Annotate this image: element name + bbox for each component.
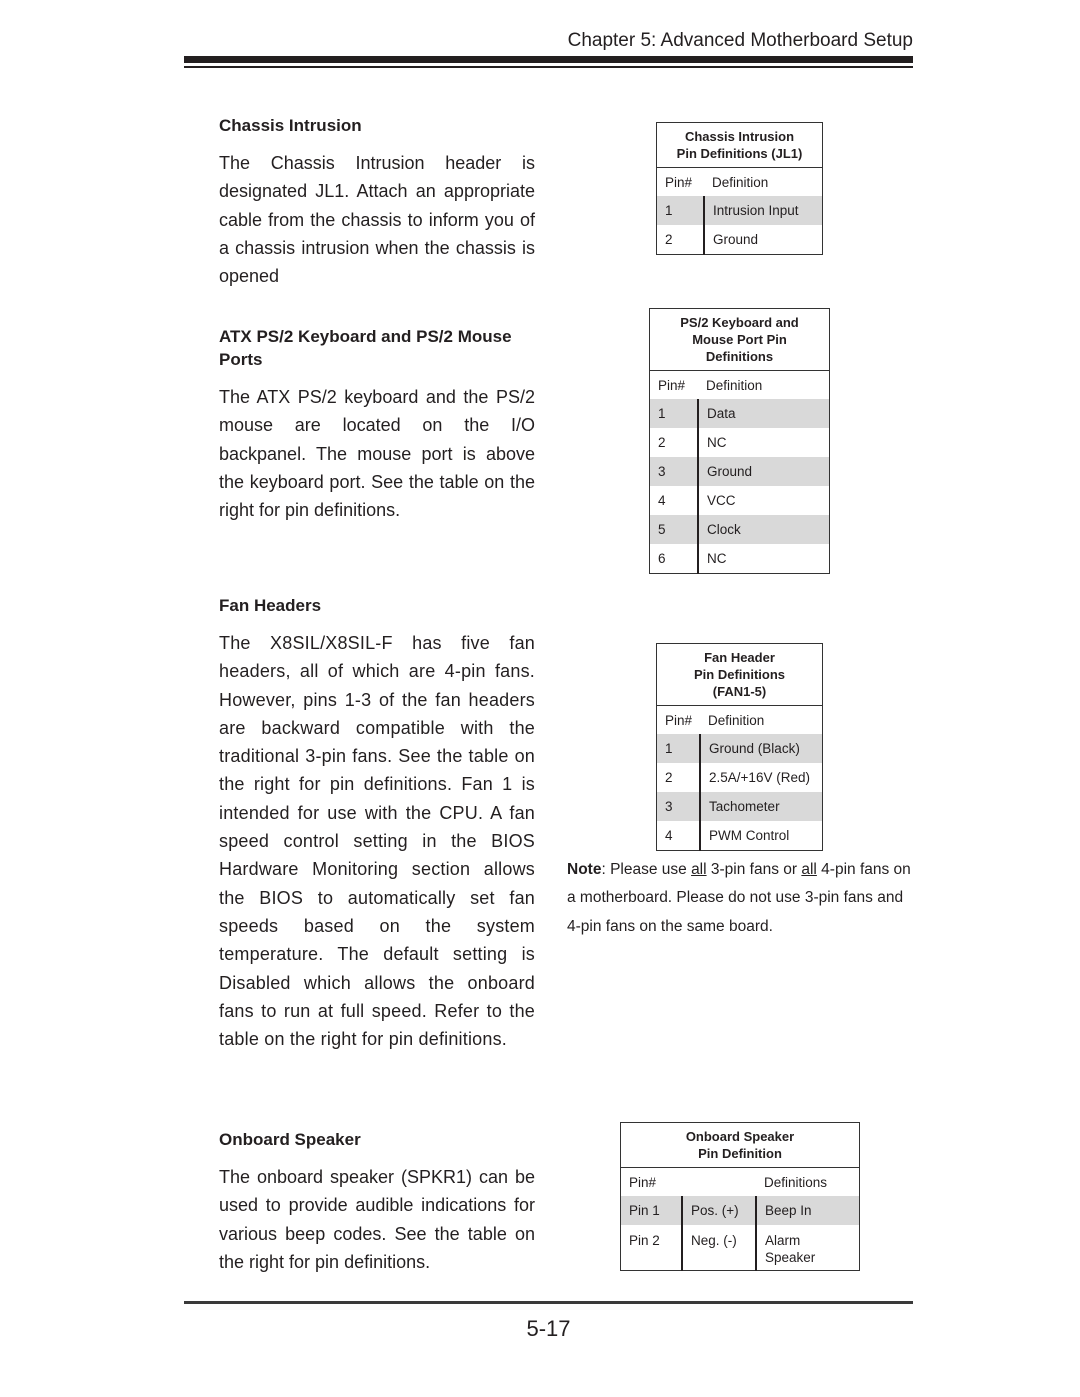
section-onboard-speaker: Onboard Speaker The onboard speaker (SPK…: [219, 1128, 535, 1276]
table-row: 1 Data: [649, 399, 830, 428]
pin-cell: 1: [649, 399, 699, 428]
pin-cell: 6: [649, 544, 699, 574]
definition-cell: Intrusion Input: [704, 196, 823, 225]
column-header-pin: Pin#: [658, 377, 686, 393]
section-ps2-ports: ATX PS/2 Keyboard and PS/2 Mouse Ports T…: [219, 325, 535, 524]
note-emphasis: all: [691, 861, 707, 878]
section-body: The Chassis Intrusion header is designat…: [219, 153, 535, 287]
column-header-definition: Definition: [708, 712, 765, 728]
fan-header-pin-table: Fan Header Pin Definitions (FAN1-5) Pin#…: [656, 643, 823, 851]
pin-cell: 5: [649, 515, 699, 544]
section-heading: ATX PS/2 Keyboard and PS/2 Mouse Ports: [219, 327, 512, 369]
definition-cell: Data: [698, 399, 830, 428]
section-body: The X8SIL/X8SIL-F has five fan headers, …: [219, 633, 535, 1050]
table-header-row: Pin# Definitions: [621, 1168, 860, 1197]
pin-cell: Pin 2: [620, 1225, 683, 1271]
definition-cell: VCC: [707, 493, 736, 508]
column-header-definition: Definition: [712, 174, 769, 190]
definition-cell: 2.5A/+16V (Red): [709, 770, 810, 785]
definition-cell: Beep In: [756, 1196, 860, 1225]
pin-cell: 3: [656, 792, 702, 821]
definition-cell: PWM Control: [709, 828, 790, 843]
definition-cell: Ground: [698, 457, 830, 486]
table-title-line: PS/2 Keyboard and: [680, 315, 799, 330]
polarity-cell: Pos. (+): [682, 1196, 757, 1225]
table-row: Pin 2 Neg. (-) Alarm Speaker: [620, 1225, 860, 1271]
column-header-pin: Pin#: [665, 174, 693, 190]
chassis-intrusion-pin-table: Chassis Intrusion Pin Definitions (JL1) …: [656, 122, 823, 255]
table-title-line: (FAN1-5): [712, 684, 767, 699]
table-row: 3 Ground: [649, 457, 830, 486]
pin-cell: 4: [656, 821, 702, 851]
table-title-line: Definitions: [705, 349, 774, 364]
definition-cell: Ground: [713, 232, 759, 247]
ps2-pin-table: PS/2 Keyboard and Mouse Port Pin Definit…: [649, 308, 830, 574]
pin-cell: 3: [649, 457, 699, 486]
definition-line: Speaker: [765, 1250, 816, 1265]
table-row: 4 VCC: [649, 486, 830, 515]
section-body: The ATX PS/2 keyboard and the PS/2 mouse…: [219, 387, 535, 521]
pin-cell: 4: [649, 486, 699, 515]
table-header-row: Pin# Definition: [650, 371, 830, 400]
pin-cell: 2: [656, 225, 705, 255]
chapter-title: Chapter 5: Advanced Motherboard Setup: [567, 30, 913, 51]
section-fan-headers: Fan Headers The X8SIL/X8SIL-F has five f…: [219, 594, 535, 1053]
definition-cell: Ground (Black): [700, 734, 823, 763]
table-row: 4 PWM Control: [656, 821, 823, 851]
table-row: 2 NC: [649, 428, 830, 457]
table-title: PS/2 Keyboard and Mouse Port Pin Definit…: [649, 308, 830, 371]
table-title-line: Chassis Intrusion: [684, 129, 795, 144]
table-title: Chassis Intrusion Pin Definitions (JL1): [656, 122, 823, 168]
definition-cell: Alarm Speaker: [756, 1225, 860, 1271]
table-row: 2 Ground: [656, 225, 823, 255]
table-title-line: Pin Definitions: [694, 667, 785, 682]
column-header-definition: Definition: [706, 377, 763, 393]
definition-line: Alarm: [765, 1233, 801, 1248]
table-row: 2 2.5A/+16V (Red): [656, 763, 823, 792]
pin-cell: 1: [656, 196, 705, 225]
page-number: 5-17: [526, 1316, 571, 1341]
definition-cell: NC: [707, 435, 727, 450]
pin-cell: 1: [656, 734, 702, 763]
section-chassis-intrusion: Chassis Intrusion The Chassis Intrusion …: [219, 114, 535, 290]
definition-cell: Tachometer: [700, 792, 823, 821]
column-header-definitions: Definitions: [764, 1174, 828, 1190]
pin-cell: 2: [649, 428, 699, 457]
note-text: : Please use: [601, 861, 692, 878]
table-title-line: Pin Definition: [698, 1146, 782, 1161]
note-label: Note: [567, 861, 602, 878]
table-title-line: Onboard Speaker: [685, 1129, 795, 1144]
table-title-line: Pin Definitions (JL1): [676, 146, 803, 161]
table-row: 5 Clock: [649, 515, 830, 544]
table-row: 6 NC: [649, 544, 830, 574]
pin-cell: 2: [656, 763, 702, 792]
section-heading: Chassis Intrusion: [219, 116, 362, 135]
section-heading: Fan Headers: [219, 596, 322, 615]
note-emphasis: all: [801, 861, 817, 878]
pin-cell: Pin 1: [620, 1196, 683, 1225]
table-header-row: Pin# Definition: [657, 706, 823, 735]
section-body: The onboard speaker (SPKR1) can be used …: [219, 1167, 535, 1272]
table-title: Fan Header Pin Definitions (FAN1-5): [656, 643, 823, 706]
header-rule-thin: [184, 66, 913, 68]
column-header-pin: Pin#: [665, 712, 693, 728]
table-title-line: Mouse Port Pin: [692, 332, 787, 347]
polarity-cell: Neg. (-): [682, 1225, 757, 1271]
definition-cell: Clock: [698, 515, 830, 544]
table-row: 1 Ground (Black): [656, 734, 823, 763]
table-row: 1 Intrusion Input: [656, 196, 823, 225]
table-title: Onboard Speaker Pin Definition: [620, 1122, 860, 1168]
footer-rule: [184, 1301, 913, 1304]
table-row: 3 Tachometer: [656, 792, 823, 821]
table-title-line: Fan Header: [704, 650, 775, 665]
definition-cell: NC: [707, 551, 727, 566]
note-text: 3-pin fans or: [706, 861, 802, 878]
fan-note: Note: Please use all 3-pin fans or all 4…: [567, 856, 917, 941]
section-heading: Onboard Speaker: [219, 1130, 361, 1149]
onboard-speaker-pin-table: Onboard Speaker Pin Definition Pin# Defi…: [620, 1122, 860, 1271]
column-header-pin: Pin#: [629, 1174, 657, 1190]
table-row: Pin 1 Pos. (+) Beep In: [620, 1196, 860, 1225]
table-header-row: Pin# Definition: [657, 168, 823, 197]
header-rule-thick: [184, 56, 913, 63]
